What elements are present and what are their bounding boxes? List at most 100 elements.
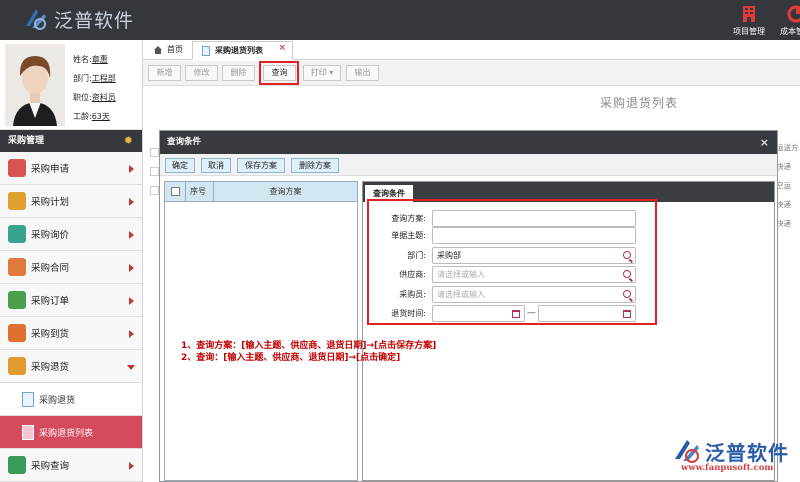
row-checkbox[interactable] [150, 167, 159, 176]
subject-input[interactable] [432, 227, 636, 244]
print-button[interactable]: 打印 ▾ [303, 65, 341, 81]
gear-icon[interactable]: ✹ [124, 135, 133, 147]
order-icon [8, 291, 26, 309]
dept-input[interactable]: 采购部 [432, 247, 636, 264]
watermark-text: 泛普软件 [705, 441, 789, 465]
profile-dept-link[interactable]: 工程部 [92, 74, 116, 83]
sidebar-item-purchase-arrival[interactable]: 采购到货 [0, 317, 142, 350]
cost-management-label: 成本管理 [780, 27, 800, 36]
contract-icon [8, 258, 26, 276]
date-from-input[interactable] [432, 305, 525, 322]
background-shipping-column: 运送方 快递 空运 快递 快递 [776, 143, 799, 228]
user-profile: 姓名:章惠 部门:工程部 职位:资料员 工龄:63天 [0, 40, 142, 130]
document-icon [22, 424, 34, 440]
sidebar-item-purchase-request[interactable]: 采购申请 [0, 152, 142, 185]
dialog-toolbar: 确定 取消 保存方案 删除方案 [160, 154, 777, 176]
tab-close-icon[interactable]: × [278, 39, 286, 57]
row-checkbox[interactable] [150, 148, 159, 157]
sidebar-subitem-purchase-return-list[interactable]: 采购退货列表 [0, 416, 142, 449]
delete-button[interactable]: 删除 [222, 65, 255, 81]
profile-dept: 部门:工程部 [73, 74, 116, 83]
avatar [5, 44, 65, 126]
document-icon [202, 46, 210, 56]
profile-info: 姓名:章惠 部门:工程部 职位:资料员 工龄:63天 [73, 50, 116, 126]
dialog-title: 查询条件 [167, 137, 202, 147]
save-scheme-button[interactable]: 保存方案 [237, 158, 285, 173]
magnifier-doc-icon [8, 225, 26, 243]
sidebar-subitem-purchase-return[interactable]: 采购退货 [0, 383, 142, 416]
return-icon [8, 357, 26, 375]
date-to-input[interactable] [538, 305, 636, 322]
calendar-icon[interactable] [623, 310, 631, 318]
sidebar-item-purchase-plan[interactable]: 采购计划 [0, 185, 142, 218]
sidebar-item-purchase-inquiry[interactable]: 采购询价 [0, 218, 142, 251]
search-icon[interactable] [623, 251, 631, 259]
app-logo: 泛普软件 [22, 5, 134, 33]
column-header-scheme: 查询方案 [213, 182, 357, 201]
chevron-right-icon [129, 198, 134, 206]
query-doc-icon [8, 456, 26, 474]
scheme-list-header: 序号 查询方案 [165, 182, 357, 202]
export-button[interactable]: 输出 [346, 65, 379, 81]
box-icon [8, 324, 26, 342]
chevron-right-icon [129, 297, 134, 305]
profile-title: 职位:资料员 [73, 93, 116, 102]
supplier-input[interactable]: 请选择或输入 [432, 266, 636, 283]
avatar-icon [5, 44, 65, 126]
buyer-input[interactable]: 请选择或输入 [432, 286, 636, 303]
form-row-return-date: 退货时间: — [370, 305, 638, 322]
confirm-button[interactable]: 确定 [165, 158, 195, 173]
checklist-icon [8, 192, 26, 210]
new-button[interactable]: 新增 [148, 65, 181, 81]
building-icon [743, 6, 755, 22]
profile-name: 姓名:章惠 [73, 55, 108, 64]
pie-chart-icon [787, 5, 800, 23]
form-row-scheme: 查询方案: [370, 210, 638, 227]
dropdown-arrow-icon: ▾ [329, 68, 334, 77]
chevron-right-icon [129, 330, 134, 338]
sidebar: 姓名:章惠 部门:工程部 职位:资料员 工龄:63天 采购管理 ✹ 采购申请 采… [0, 40, 143, 482]
cancel-button[interactable]: 取消 [201, 158, 231, 173]
scheme-input[interactable] [432, 210, 636, 227]
watermark-url: www.fanpusoft.com [681, 463, 774, 473]
watermark-logo-icon [675, 440, 699, 463]
tab-home[interactable]: 首页 [145, 41, 191, 60]
select-all-checkbox[interactable] [171, 187, 180, 196]
tab-purchase-return-list[interactable]: 采购退货列表 × [192, 41, 293, 60]
chevron-right-icon [129, 264, 134, 272]
profile-age-link[interactable]: 63天 [92, 112, 110, 121]
watermark: 泛普软件 www.fanpusoft.com [667, 437, 797, 481]
profile-age: 工龄:63天 [73, 112, 110, 121]
sidebar-item-purchase-return[interactable]: 采购退货 [0, 350, 142, 383]
row-checkbox[interactable] [150, 186, 159, 195]
toolbar: 新增 修改 删除 查询 打印 ▾ 输出 [143, 61, 800, 86]
sidebar-item-purchase-query[interactable]: 采购查询 [0, 449, 142, 482]
profile-name-link[interactable]: 章惠 [92, 55, 108, 64]
form-row-subject: 单据主题: [370, 227, 638, 244]
cost-management-button[interactable]: 成本管理 [770, 4, 800, 37]
form-row-buyer: 采购员: 请选择或输入 [370, 286, 638, 303]
logo-text: 泛普软件 [54, 9, 135, 32]
project-management-button[interactable]: 项目管理 [723, 4, 775, 37]
calendar-icon[interactable] [512, 310, 520, 318]
search-icon[interactable] [623, 290, 631, 298]
sidebar-title: 采购管理 ✹ [0, 130, 142, 152]
delete-scheme-button[interactable]: 删除方案 [291, 158, 339, 173]
clipboard-icon [8, 159, 26, 177]
edit-button[interactable]: 修改 [185, 65, 218, 81]
home-icon [154, 46, 162, 54]
search-icon[interactable] [623, 270, 631, 278]
chevron-right-icon [129, 231, 134, 239]
sidebar-item-purchase-order[interactable]: 采购订单 [0, 284, 142, 317]
date-range-separator: — [527, 308, 536, 318]
dialog-header: 查询条件 × [160, 131, 777, 154]
chevron-right-icon [129, 165, 134, 173]
form-row-supplier: 供应商: 请选择或输入 [370, 266, 638, 283]
tab-bar: 首页 采购退货列表 × [143, 40, 800, 60]
sidebar-item-purchase-contract[interactable]: 采购合同 [0, 251, 142, 284]
profile-title-link[interactable]: 资料员 [92, 93, 116, 102]
close-icon[interactable]: × [760, 131, 769, 154]
scheme-list-panel: 序号 查询方案 [164, 181, 358, 481]
project-management-label: 项目管理 [733, 27, 765, 36]
page-title: 采购退货列表 [600, 96, 679, 110]
